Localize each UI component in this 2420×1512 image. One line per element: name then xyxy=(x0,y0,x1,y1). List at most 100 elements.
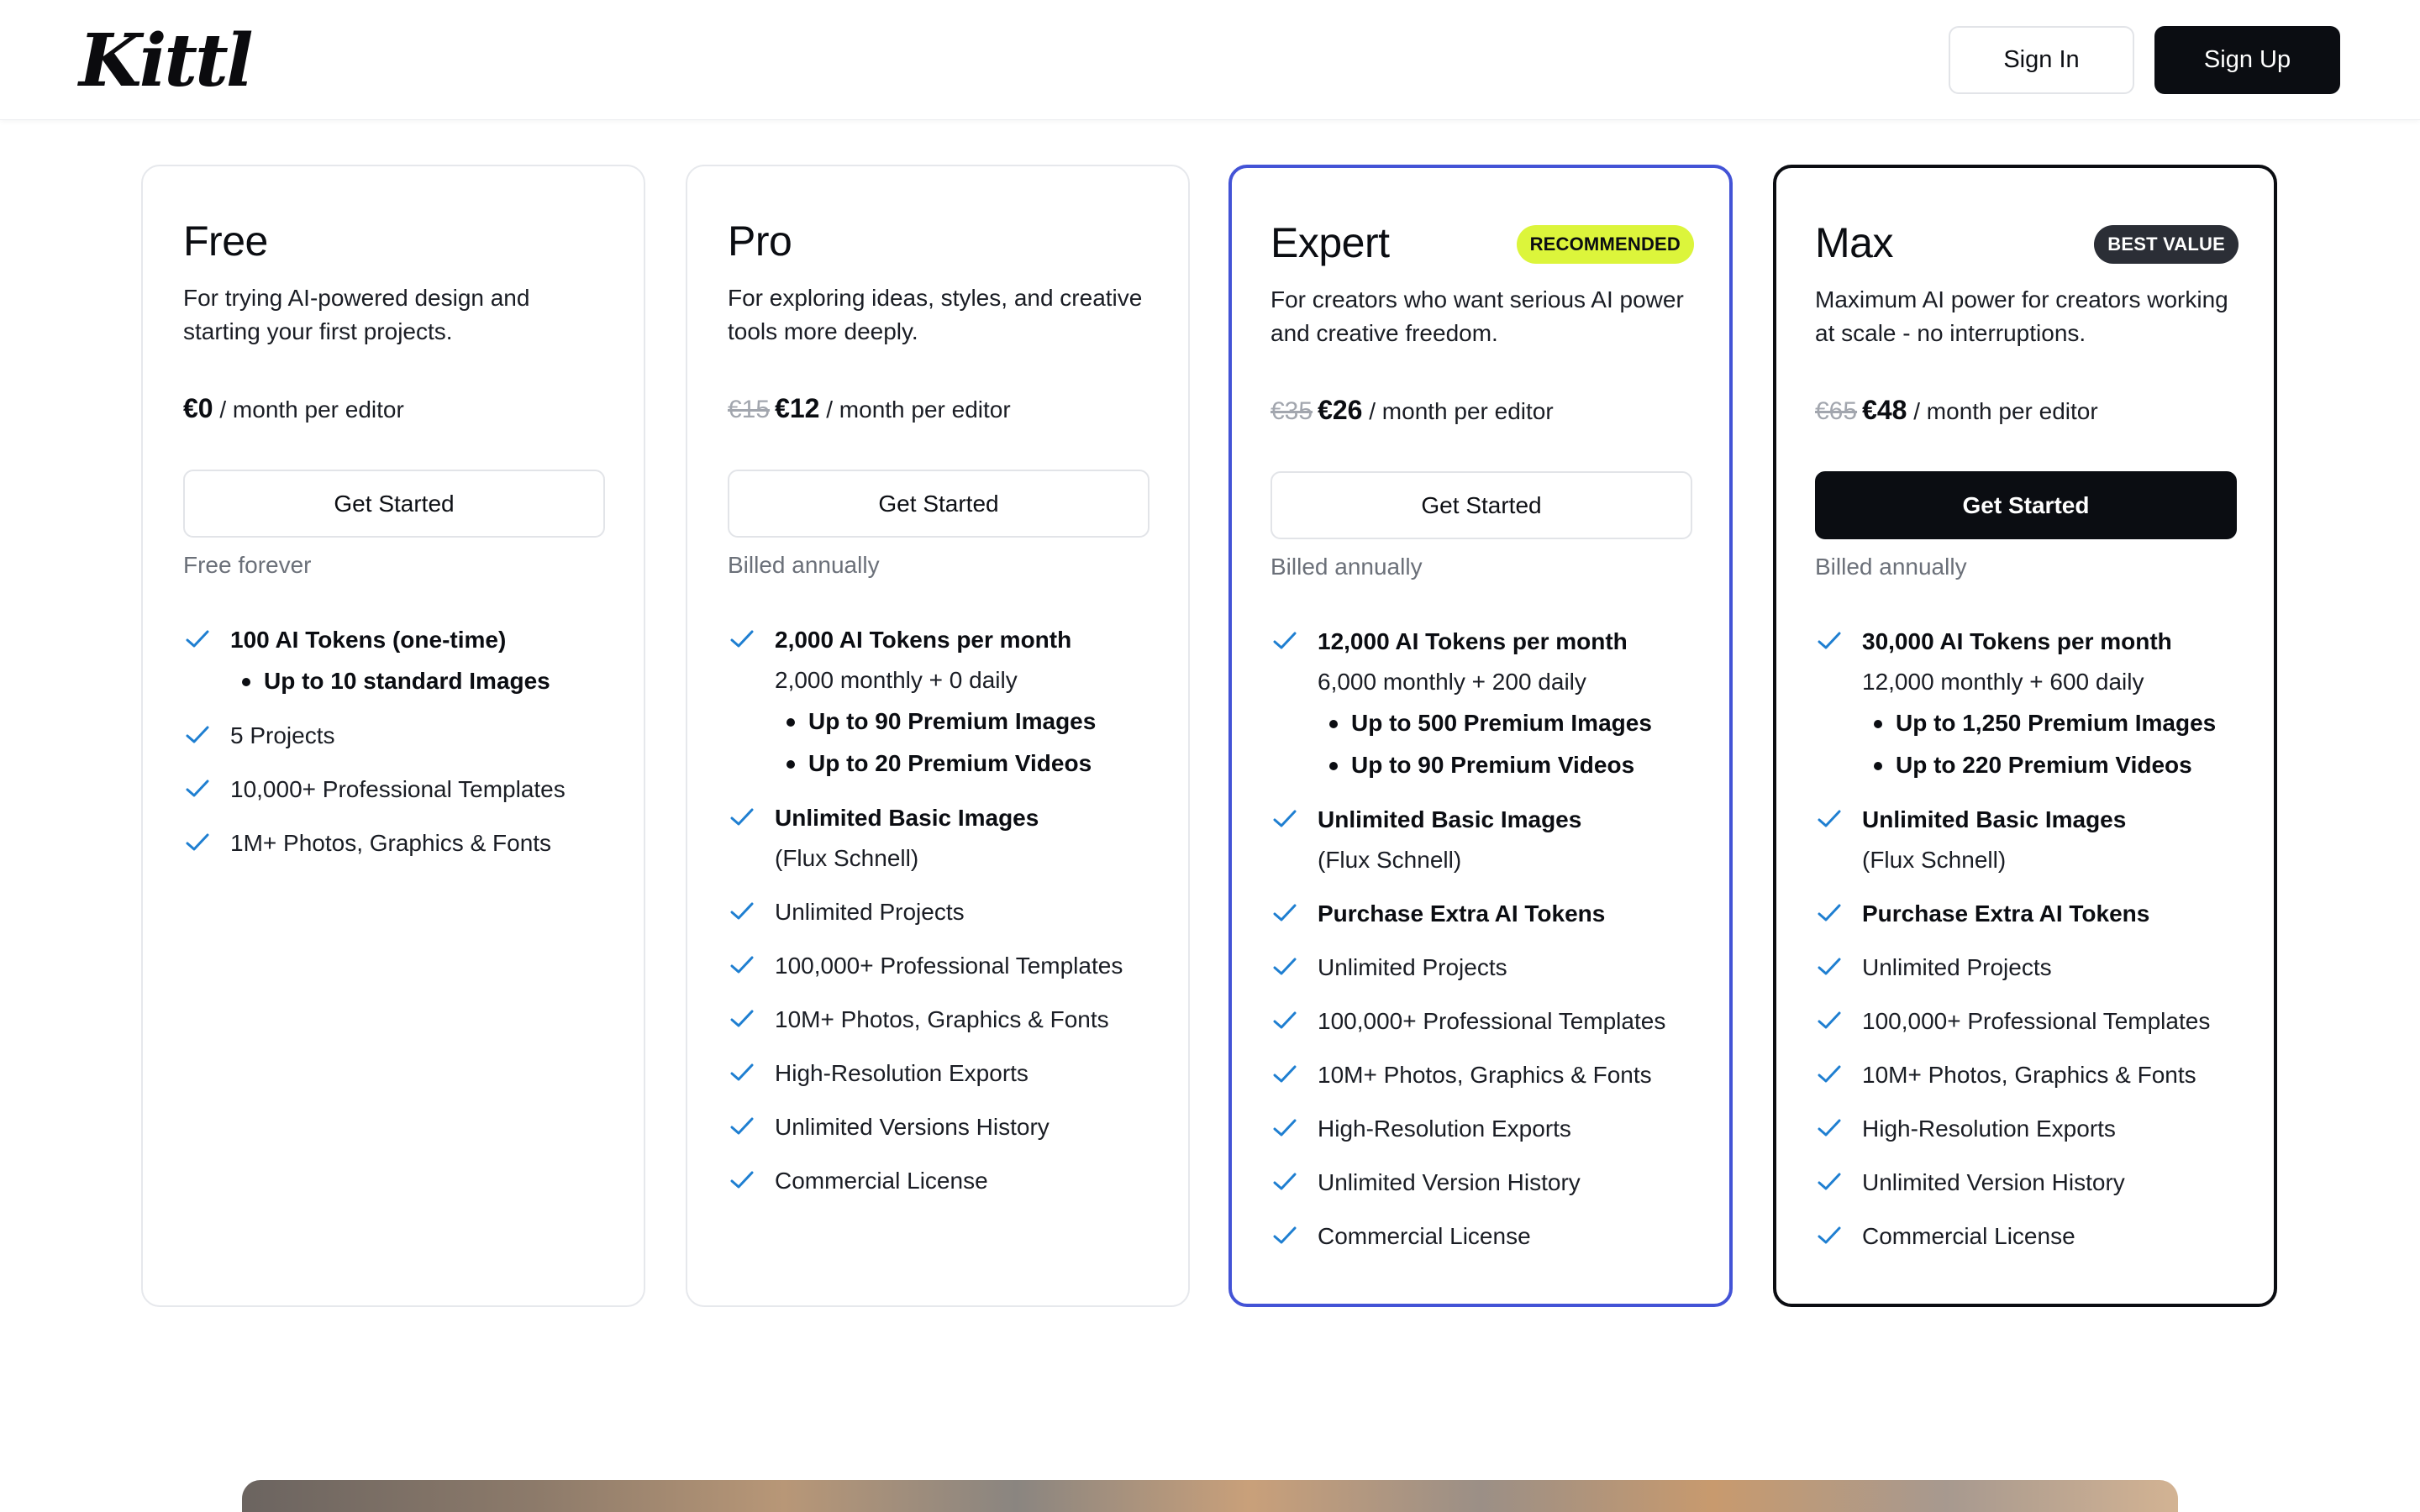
check-icon xyxy=(1817,1171,1842,1193)
feature-subtext: (Flux Schnell) xyxy=(1318,847,1462,873)
feature-sublist: Up to 10 standard Images xyxy=(230,660,620,702)
sign-in-button[interactable]: Sign In xyxy=(1949,26,2134,94)
feature-item: High-Resolution Exports xyxy=(1270,1109,1707,1149)
check-icon xyxy=(185,832,210,853)
plan-card-free: Free For trying AI-powered design and st… xyxy=(141,165,645,1307)
feature-sublist: Up to 90 Premium Images Up to 20 Premium… xyxy=(775,701,1165,785)
check-icon xyxy=(1272,808,1297,830)
feature-item: 10M+ Photos, Graphics & Fonts xyxy=(728,1000,1165,1040)
check-icon xyxy=(1817,808,1842,830)
plan-price: €35 €26 / month per editor xyxy=(1270,395,1554,426)
price-unit: / month per editor xyxy=(1362,398,1554,424)
kittl-logo[interactable]: Kittl xyxy=(79,18,254,103)
price-current: €26 xyxy=(1318,395,1363,425)
feature-list: 12,000 AI Tokens per month 6,000 monthly… xyxy=(1270,622,1707,1270)
check-icon xyxy=(729,1169,755,1191)
feature-text: High-Resolution Exports xyxy=(775,1060,1028,1086)
feature-item: Unlimited Projects xyxy=(1270,948,1707,988)
get-started-button[interactable]: Get Started xyxy=(728,470,1150,538)
check-icon xyxy=(729,806,755,828)
feature-item: Unlimited Versions History xyxy=(728,1107,1165,1147)
price-original: €65 xyxy=(1815,397,1858,425)
plan-price: €15 €12 / month per editor xyxy=(728,393,1011,424)
feature-subtext: (Flux Schnell) xyxy=(775,845,919,871)
feature-item: 5 Projects xyxy=(183,716,620,756)
feature-item: 2,000 AI Tokens per month 2,000 monthly … xyxy=(728,620,1165,785)
feature-item: 12,000 AI Tokens per month 6,000 monthly… xyxy=(1270,622,1707,786)
check-icon xyxy=(1272,1171,1297,1193)
check-icon xyxy=(1272,902,1297,924)
price-unit: / month per editor xyxy=(819,396,1011,423)
billing-note: Billed annually xyxy=(728,552,880,578)
check-icon xyxy=(1817,630,1842,652)
feature-text: 100,000+ Professional Templates xyxy=(1318,1008,1666,1034)
feature-text: High-Resolution Exports xyxy=(1862,1116,2116,1142)
feature-sublist: Up to 500 Premium Images Up to 90 Premiu… xyxy=(1318,702,1707,786)
feature-subtext: 2,000 monthly + 0 daily xyxy=(775,667,1018,693)
feature-text: 1M+ Photos, Graphics & Fonts xyxy=(230,830,552,856)
get-started-button[interactable]: Get Started xyxy=(1270,471,1692,539)
feature-bullet: Up to 20 Premium Videos xyxy=(775,743,1165,785)
feature-list: 100 AI Tokens (one-time) Up to 10 standa… xyxy=(183,620,620,877)
feature-item: Commercial License xyxy=(728,1161,1165,1201)
check-icon xyxy=(729,900,755,922)
get-started-button[interactable]: Get Started xyxy=(183,470,605,538)
price-unit: / month per editor xyxy=(1907,398,2098,424)
check-icon xyxy=(729,1008,755,1030)
feature-item: Commercial License xyxy=(1815,1216,2252,1257)
feature-item: 100,000+ Professional Templates xyxy=(1270,1001,1707,1042)
feature-text: 10,000+ Professional Templates xyxy=(230,776,566,802)
top-nav-bar: Kittl Sign In Sign Up xyxy=(0,0,2420,120)
check-icon xyxy=(1817,1010,1842,1032)
check-icon xyxy=(729,628,755,650)
feature-bullet: Up to 10 standard Images xyxy=(230,660,620,702)
plan-name: Pro xyxy=(728,218,792,265)
plan-description: For exploring ideas, styles, and creativ… xyxy=(728,285,1143,344)
feature-item: 100,000+ Professional Templates xyxy=(728,946,1165,986)
check-icon xyxy=(1817,956,1842,978)
feature-item: Commercial License xyxy=(1270,1216,1707,1257)
feature-item: Unlimited Projects xyxy=(728,892,1165,932)
best-value-badge: BEST VALUE xyxy=(2094,225,2238,264)
sign-up-button[interactable]: Sign Up xyxy=(2154,26,2340,94)
feature-list: 2,000 AI Tokens per month 2,000 monthly … xyxy=(728,620,1165,1215)
get-started-button[interactable]: Get Started xyxy=(1815,471,2237,539)
feature-subtext: 6,000 monthly + 200 daily xyxy=(1318,669,1586,695)
feature-item: Purchase Extra AI Tokens xyxy=(1270,894,1707,934)
price-current: €48 xyxy=(1862,395,1907,425)
feature-item: 10M+ Photos, Graphics & Fonts xyxy=(1815,1055,2252,1095)
feature-text: 10M+ Photos, Graphics & Fonts xyxy=(775,1006,1109,1032)
feature-item: High-Resolution Exports xyxy=(1815,1109,2252,1149)
feature-text: 10M+ Photos, Graphics & Fonts xyxy=(1862,1062,2196,1088)
feature-item: Unlimited Version History xyxy=(1270,1163,1707,1203)
feature-text: Unlimited Projects xyxy=(1862,954,2052,980)
feature-item: 10M+ Photos, Graphics & Fonts xyxy=(1270,1055,1707,1095)
hero-image-preview xyxy=(242,1480,2178,1512)
feature-text: 100 AI Tokens (one-time) xyxy=(230,627,507,653)
feature-text: Unlimited Versions History xyxy=(775,1114,1050,1140)
check-icon xyxy=(1272,1063,1297,1085)
feature-text: 2,000 AI Tokens per month xyxy=(775,627,1072,653)
feature-bullet: Up to 500 Premium Images xyxy=(1318,702,1707,744)
check-icon xyxy=(1272,630,1297,652)
check-icon xyxy=(185,628,210,650)
price-original: €15 xyxy=(728,396,771,423)
feature-text: 100,000+ Professional Templates xyxy=(775,953,1123,979)
feature-text: Unlimited Basic Images xyxy=(1862,806,2127,832)
feature-item: 30,000 AI Tokens per month 12,000 monthl… xyxy=(1815,622,2252,786)
check-icon xyxy=(729,954,755,976)
plan-name: Free xyxy=(183,218,268,265)
feature-text: Unlimited Projects xyxy=(1318,954,1507,980)
feature-item: Unlimited Basic Images (Flux Schnell) xyxy=(1815,800,2252,880)
feature-text: Unlimited Projects xyxy=(775,899,965,925)
feature-list: 30,000 AI Tokens per month 12,000 monthl… xyxy=(1815,622,2252,1270)
feature-text: Unlimited Basic Images xyxy=(775,805,1039,831)
feature-text: Unlimited Version History xyxy=(1862,1169,2125,1195)
feature-bullet: Up to 220 Premium Videos xyxy=(1862,744,2252,786)
check-icon xyxy=(1817,1063,1842,1085)
feature-text: 100,000+ Professional Templates xyxy=(1862,1008,2211,1034)
plan-price: €0 / month per editor xyxy=(183,393,404,424)
feature-bullet: Up to 90 Premium Videos xyxy=(1318,744,1707,786)
feature-text: 5 Projects xyxy=(230,722,335,748)
billing-note: Billed annually xyxy=(1815,554,1967,580)
